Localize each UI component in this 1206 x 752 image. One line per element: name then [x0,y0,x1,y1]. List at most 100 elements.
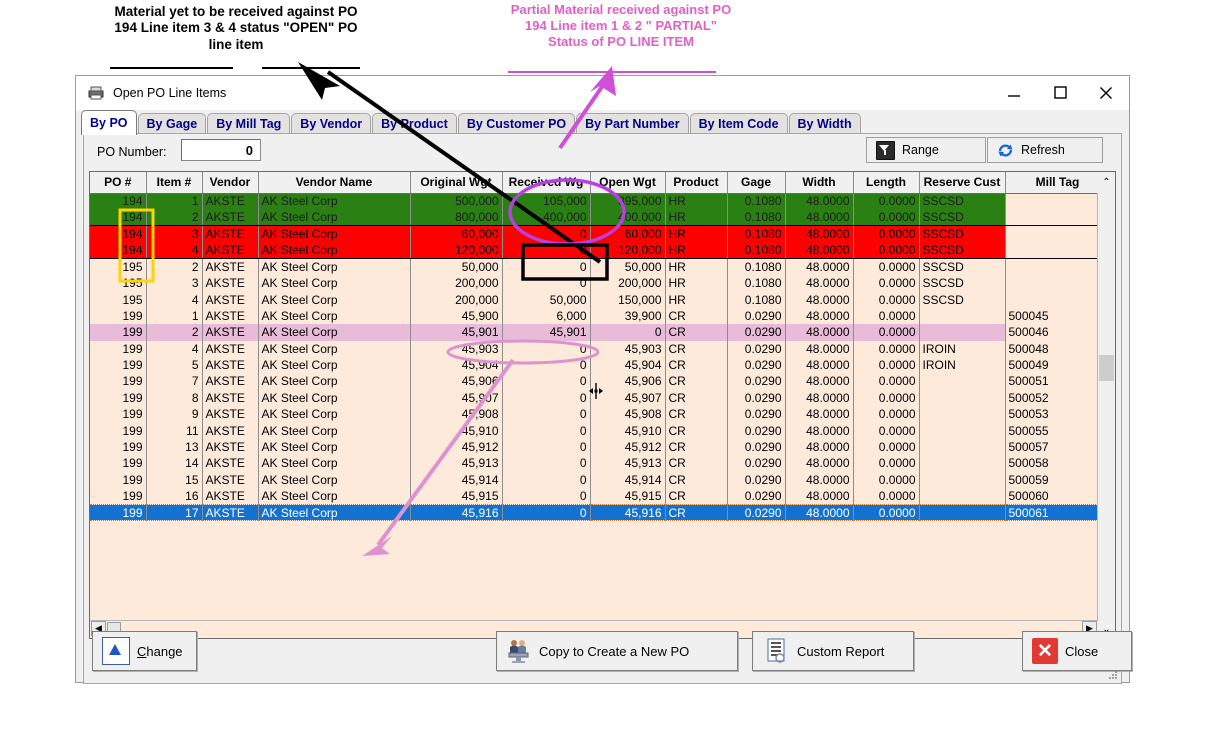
cell-length: 0.0000 [853,471,920,489]
window-title: Open PO Line Items [113,85,227,100]
cell-po: 199 [90,455,147,472]
table-row[interactable]: 194 4 AKSTE AK Steel Corp 120,000 0 120,000 HR 0… [90,242,1111,260]
tab-by-part-number[interactable]: By Part Number [576,113,689,135]
col-gage[interactable]: Gage [727,172,786,194]
cell-item: 2 [146,209,203,227]
range-button[interactable]: Range [866,137,986,163]
cell-product: CR [665,307,728,325]
cell-item: 3 [146,274,203,292]
col-received-wg[interactable]: Received Wg [502,172,591,194]
cell-received: 0 [502,406,591,423]
table-row[interactable]: 199 16 AKSTE AK Steel Corp 45,915 0 45,915 CR 0.… [90,488,1111,505]
tab-by-customer-po[interactable]: By Customer PO [457,113,576,135]
custom-report-button[interactable]: Custom Report [752,631,914,671]
cell-length: 0.0000 [853,274,920,292]
resize-grip[interactable] [1108,670,1118,680]
cell-po: 199 [90,406,147,423]
table-row[interactable]: 199 17 AKSTE AK Steel Corp 45,916 0 45,916 CR 0.… [90,503,1111,522]
cell-reserve [919,455,1006,472]
close-window-button[interactable] [1083,76,1129,109]
change-button[interactable]: Change [92,631,197,671]
cell-vendor_name: AK Steel Corp [258,455,411,472]
table-row[interactable]: 195 2 AKSTE AK Steel Corp 50,000 0 50,000 HR 0.1… [90,258,1111,275]
cell-reserve: SSCSD [919,274,1006,292]
table-row[interactable]: 199 11 AKSTE AK Steel Corp 45,910 0 45,910 CR 0.… [90,422,1111,439]
table-row[interactable]: 199 1 AKSTE AK Steel Corp 45,900 6,000 39,900 C… [90,307,1111,325]
table-row[interactable]: 194 1 AKSTE AK Steel Corp 500,000 105,000 395,… [90,193,1111,210]
po-number-label: PO Number: [97,145,167,159]
cell-width: 48.0000 [785,193,854,210]
col-po-number[interactable]: PO # [90,172,147,194]
col-mill-tag[interactable]: Mill Tag [1005,172,1111,194]
table-row[interactable]: 199 5 AKSTE AK Steel Corp 45,904 0 45,904 CR 0.0… [90,356,1111,374]
col-original-wgt[interactable]: Original Wgt [410,172,503,194]
col-product[interactable]: Product [665,172,728,194]
cell-po: 199 [90,471,147,489]
cell-gage: 0.0290 [727,389,786,407]
cell-received: 0 [502,274,591,292]
tab-by-gage[interactable]: By Gage [137,113,207,135]
cell-length: 0.0000 [853,193,920,210]
col-width[interactable]: Width [785,172,854,194]
col-reserve-cust[interactable]: Reserve Cust [919,172,1006,194]
cell-original: 800,000 [410,209,503,227]
vertical-scroll-thumb[interactable] [1099,355,1114,381]
cell-item: 3 [146,225,203,243]
cell-item: 8 [146,389,203,407]
col-length[interactable]: Length [853,172,920,194]
cell-original: 45,912 [410,438,503,456]
cell-gage: 0.1080 [727,209,786,227]
tab-by-product[interactable]: By Product [372,113,457,135]
cell-vendor: AKSTE [202,340,259,357]
annotation-partial-status: Partial Material received against PO 194… [510,2,732,49]
po-number-input[interactable] [181,139,261,161]
table-row[interactable]: 194 3 AKSTE AK Steel Corp 60,000 0 60,000 HR 0.1… [90,225,1111,243]
minimize-button[interactable] [991,76,1037,109]
cell-gage: 0.0290 [727,471,786,489]
refresh-button[interactable]: Refresh [987,137,1103,163]
tab-by-item-code[interactable]: By Item Code [689,113,788,135]
cell-product: HR [665,242,728,260]
cell-milltag: 500046 [1005,324,1111,341]
cell-po: 199 [90,503,147,522]
cell-item: 15 [146,471,203,489]
tab-by-vendor[interactable]: By Vendor [291,113,372,135]
copy-to-create-new-po-button[interactable]: Copy to Create a New PO [496,631,738,671]
cell-gage: 0.1080 [727,258,786,275]
cell-width: 48.0000 [785,209,854,227]
cell-original: 200,000 [410,274,503,292]
cell-milltag: 500061 [1005,503,1111,522]
cell-vendor: AKSTE [202,503,259,522]
cell-vendor_name: AK Steel Corp [258,225,411,243]
table-row[interactable]: 199 4 AKSTE AK Steel Corp 45,903 0 45,903 CR 0.0… [90,340,1111,357]
cell-length: 0.0000 [853,258,920,275]
cell-gage: 0.0290 [727,422,786,439]
scroll-up-arrow-icon[interactable]: ⌃ [1098,172,1115,193]
cell-item: 4 [146,291,203,308]
col-vendor-name[interactable]: Vendor Name [258,172,411,194]
close-button[interactable]: ✕ Close [1022,631,1132,671]
table-row[interactable]: 199 9 AKSTE AK Steel Corp 45,908 0 45,908 CR 0.0… [90,406,1111,423]
tab-by-width[interactable]: By Width [788,113,861,135]
table-row[interactable]: 199 14 AKSTE AK Steel Corp 45,913 0 45,913 CR 0.… [90,455,1111,472]
table-row[interactable]: 199 13 AKSTE AK Steel Corp 45,912 0 45,912 CR 0.… [90,438,1111,456]
cell-width: 48.0000 [785,373,854,390]
maximize-button[interactable] [1037,76,1083,109]
table-row[interactable]: 199 15 AKSTE AK Steel Corp 45,914 0 45,914 CR 0.… [90,471,1111,489]
po-line-items-grid[interactable]: PO # Item # Vendor Vendor Name Original … [89,171,1116,639]
table-row[interactable]: 195 4 AKSTE AK Steel Corp 200,000 50,000 150,0… [90,291,1111,308]
col-vendor[interactable]: Vendor [202,172,259,194]
table-row[interactable]: 195 3 AKSTE AK Steel Corp 200,000 0 200,000 HR 0… [90,274,1111,292]
col-item-number[interactable]: Item # [146,172,203,194]
cell-product: CR [665,471,728,489]
col-open-wgt[interactable]: Open Wgt [590,172,666,194]
grid-vertical-scrollbar[interactable]: ⌃ ⌄ [1097,172,1115,638]
cell-product: CR [665,488,728,505]
tab-by-mill-tag[interactable]: By Mill Tag [207,113,291,135]
tab-by-po[interactable]: By PO [81,110,137,135]
table-row[interactable]: 194 2 AKSTE AK Steel Corp 800,000 400,000 400,… [90,209,1111,227]
cell-product: HR [665,274,728,292]
cell-vendor_name: AK Steel Corp [258,389,411,407]
cell-milltag [1005,242,1111,260]
table-row[interactable]: 199 2 AKSTE AK Steel Corp 45,901 45,901 0 CR 0.0… [90,324,1111,341]
